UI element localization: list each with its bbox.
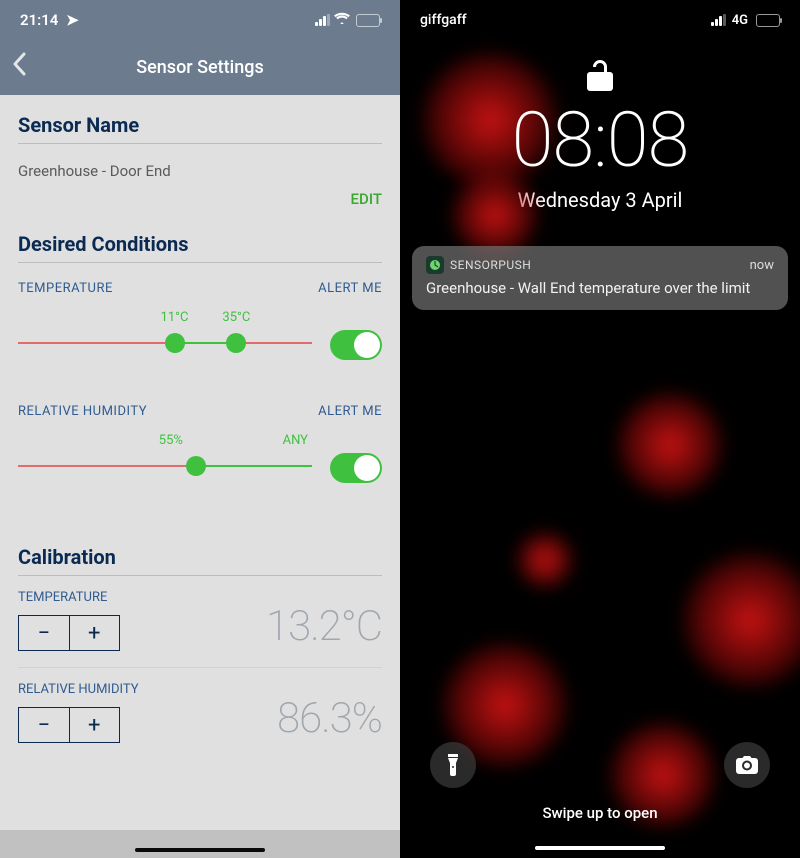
- calib-humidity-stepper: − +: [18, 707, 120, 743]
- back-button[interactable]: [12, 50, 26, 83]
- temperature-label-row: TEMPERATURE ALERT ME: [18, 281, 382, 296]
- alert-me-label-temp: ALERT ME: [318, 281, 382, 296]
- temperature-slider[interactable]: 11°C 35°C: [18, 302, 382, 374]
- notif-time: now: [750, 258, 774, 273]
- humidity-any-label: ANY: [283, 433, 308, 448]
- temp-high-handle[interactable]: [226, 333, 246, 353]
- status-right-icons-r: 4G: [711, 13, 780, 28]
- notif-app-name: SENSORPUSH: [450, 258, 531, 272]
- desired-conditions-heading: Desired Conditions: [18, 232, 382, 263]
- bg-blob: [515, 530, 575, 590]
- content: Sensor Name Greenhouse - Door End EDIT D…: [0, 95, 400, 858]
- carrier-label: giffgaff: [420, 12, 467, 28]
- status-bar-right: giffgaff 4G: [400, 0, 800, 40]
- location-arrow-icon: ➤: [66, 11, 79, 29]
- calib-humidity-value: 86.3%: [277, 694, 382, 743]
- calibration-temperature-row: TEMPERATURE − + 13.2°C: [18, 590, 382, 668]
- lock-screen: giffgaff 4G 08:08 Wednesday 3 April SENS…: [400, 0, 800, 858]
- unlock-icon: [586, 58, 614, 98]
- battery-icon: [356, 14, 380, 27]
- calib-humidity-plus[interactable]: +: [70, 708, 120, 742]
- humidity-slider[interactable]: 55% ANY: [18, 425, 382, 497]
- calib-humidity-label: RELATIVE HUMIDITY: [18, 682, 139, 697]
- temp-high-value: 35°C: [222, 310, 250, 325]
- camera-button[interactable]: [724, 742, 770, 788]
- signal-icon: [315, 15, 330, 26]
- calib-temp-plus[interactable]: +: [70, 616, 120, 650]
- status-time: 21:14: [20, 11, 58, 29]
- calib-humidity-minus[interactable]: −: [19, 708, 70, 742]
- edit-button[interactable]: EDIT: [18, 180, 382, 232]
- bottom-bar: [0, 830, 400, 858]
- calib-temp-minus[interactable]: −: [19, 616, 70, 650]
- temperature-label: TEMPERATURE: [18, 281, 113, 296]
- humidity-alert-toggle[interactable]: [330, 453, 382, 483]
- temp-low-handle[interactable]: [165, 333, 185, 353]
- status-right-icons: [315, 12, 380, 28]
- temp-low-value: 11°C: [161, 310, 189, 325]
- temp-alert-toggle[interactable]: [330, 330, 382, 360]
- humidity-low-value: 55%: [159, 433, 183, 448]
- humidity-low-handle[interactable]: [186, 456, 206, 476]
- camera-icon: [736, 756, 758, 774]
- signal-icon: [711, 15, 726, 26]
- sensor-name-heading: Sensor Name: [18, 113, 382, 144]
- swipe-hint: Swipe up to open: [400, 804, 800, 822]
- battery-icon: [756, 14, 780, 27]
- sensor-name-value: Greenhouse - Door End: [18, 150, 382, 180]
- page-title: Sensor Settings: [136, 57, 263, 78]
- settings-screen: 21:14 ➤ Sensor Settings Sensor Name Gree…: [0, 0, 400, 858]
- humidity-label: RELATIVE HUMIDITY: [18, 404, 147, 419]
- home-indicator-right[interactable]: [535, 846, 665, 850]
- bg-blob: [680, 550, 800, 690]
- notif-app-row: SENSORPUSH: [426, 256, 531, 274]
- flashlight-icon: [444, 754, 462, 776]
- lock-clock: 08:08: [400, 102, 800, 178]
- notif-body: Greenhouse - Wall End temperature over t…: [426, 278, 774, 298]
- home-indicator-left[interactable]: [135, 848, 265, 852]
- calib-temp-value: 13.2°C: [266, 602, 382, 651]
- wifi-icon: [334, 12, 350, 28]
- calib-temp-label: TEMPERATURE: [18, 590, 120, 605]
- app-icon: [426, 256, 444, 274]
- status-time-group: 21:14 ➤: [20, 11, 79, 29]
- nav-bar: Sensor Settings: [0, 40, 400, 95]
- status-bar-left: 21:14 ➤: [0, 0, 400, 40]
- flashlight-button[interactable]: [430, 742, 476, 788]
- bg-blob: [615, 390, 725, 500]
- calib-temp-stepper: − +: [18, 615, 120, 651]
- slider-range-h: [196, 465, 312, 467]
- notification-card[interactable]: SENSORPUSH now Greenhouse - Wall End tem…: [412, 246, 788, 310]
- calibration-humidity-row: RELATIVE HUMIDITY − + 86.3%: [18, 682, 382, 759]
- calibration-heading: Calibration: [18, 545, 382, 576]
- humidity-label-row: RELATIVE HUMIDITY ALERT ME: [18, 404, 382, 419]
- network-label: 4G: [732, 13, 748, 28]
- alert-me-label-humidity: ALERT ME: [318, 404, 382, 419]
